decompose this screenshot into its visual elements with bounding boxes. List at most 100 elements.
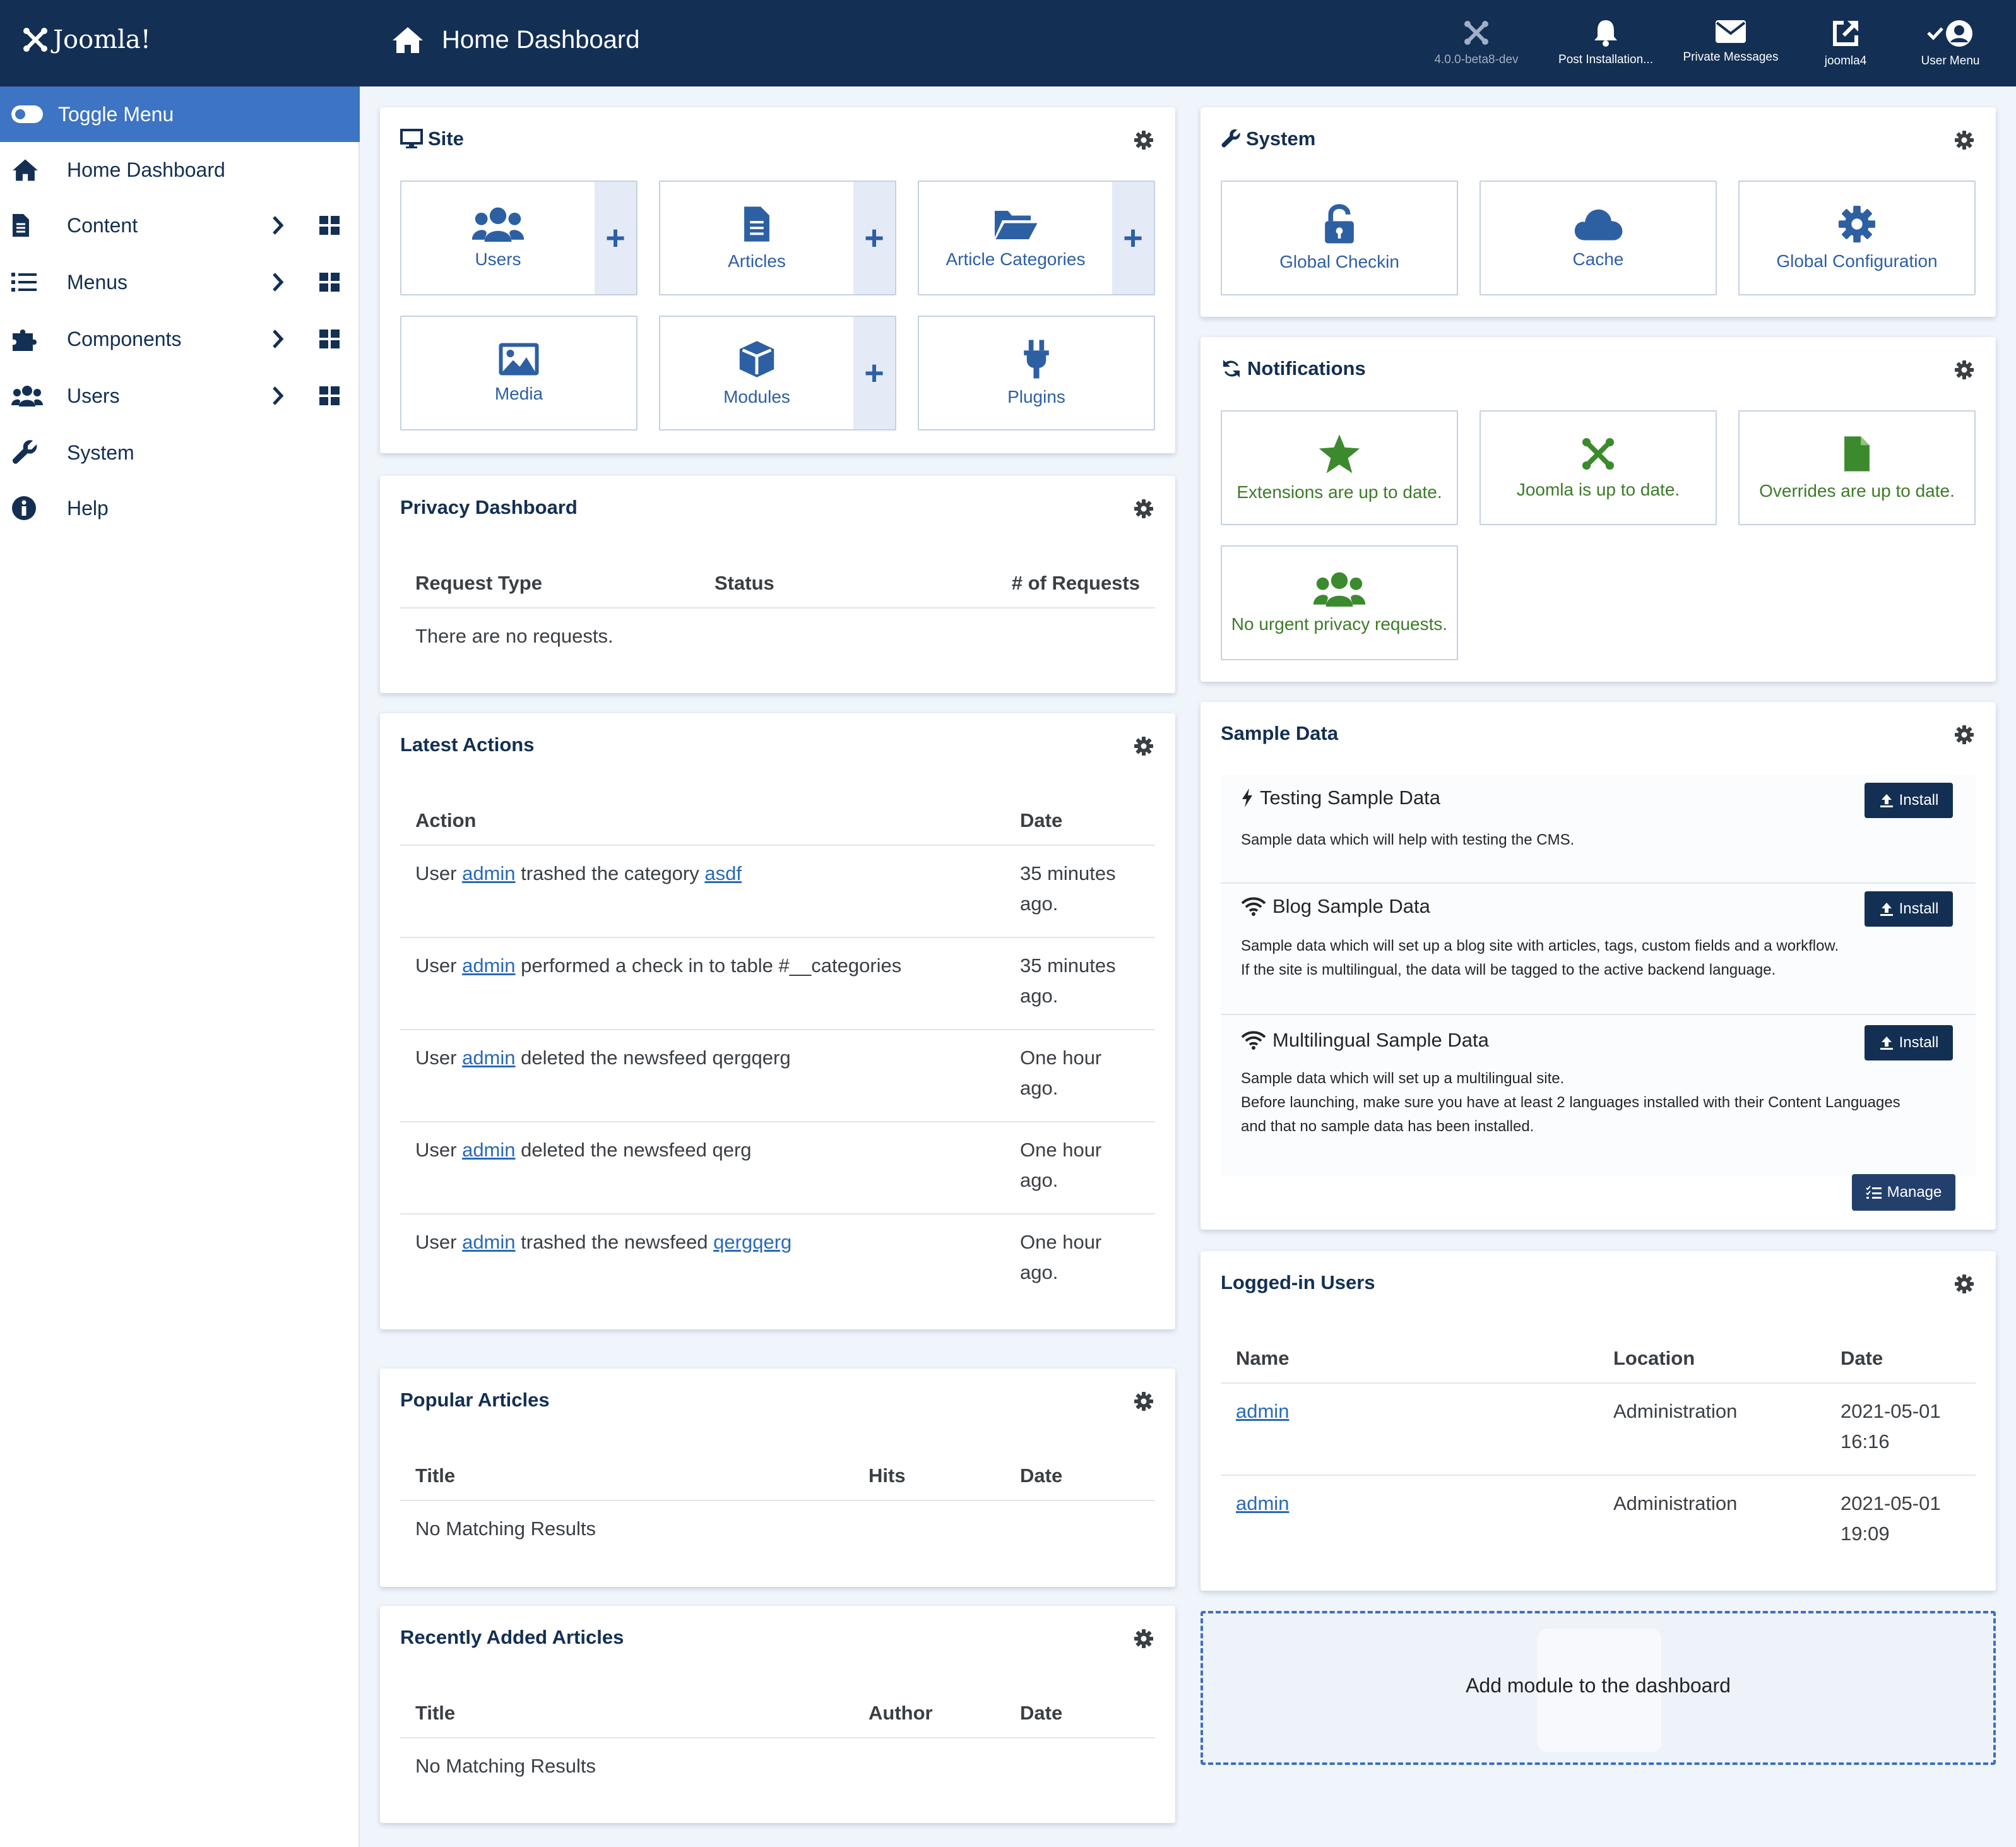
joomla-update-link[interactable]: Joomla is up to date. bbox=[1481, 412, 1716, 524]
overrides-status-link[interactable]: Overrides are up to date. bbox=[1740, 412, 1974, 524]
users-icon bbox=[1313, 572, 1366, 607]
user-link[interactable]: admin bbox=[462, 1047, 515, 1069]
article-categories-tile-link[interactable]: Article Categories bbox=[919, 182, 1112, 294]
manage-button[interactable]: Manage bbox=[1852, 1174, 1955, 1211]
chevron-right-icon[interactable] bbox=[271, 329, 284, 349]
column-header[interactable]: Title bbox=[415, 1464, 455, 1487]
global-checkin-tile[interactable]: Global Checkin bbox=[1221, 181, 1458, 295]
install-testing-button[interactable]: Install bbox=[1865, 783, 1953, 818]
column-header[interactable]: Hits bbox=[869, 1464, 906, 1487]
install-label: Install bbox=[1899, 900, 1939, 917]
column-header[interactable]: Author bbox=[869, 1702, 933, 1725]
joomla-logo[interactable]: Joomla! bbox=[21, 25, 151, 54]
cache-link[interactable]: Cache bbox=[1481, 182, 1716, 294]
description-line: Before launching, make sure you have at … bbox=[1241, 1094, 1900, 1111]
privacy-requests-tile[interactable]: No urgent privacy requests. bbox=[1221, 545, 1458, 660]
plugins-tile-link[interactable]: Plugins bbox=[919, 317, 1154, 429]
gear-icon[interactable] bbox=[1134, 1629, 1154, 1649]
install-blog-button[interactable]: Install bbox=[1865, 891, 1953, 927]
gear-icon[interactable] bbox=[1134, 1391, 1154, 1411]
dashboard-grid-icon[interactable] bbox=[319, 386, 340, 405]
global-checkin-link[interactable]: Global Checkin bbox=[1222, 182, 1457, 294]
gear-icon[interactable] bbox=[1954, 725, 1974, 745]
gear-icon[interactable] bbox=[1134, 736, 1154, 756]
column-header[interactable]: Date bbox=[1841, 1347, 1883, 1370]
column-header[interactable]: Title bbox=[415, 1702, 455, 1725]
add-module-button[interactable]: Add module to the dashboard bbox=[1201, 1611, 1996, 1765]
dashboard-grid-icon[interactable] bbox=[319, 273, 340, 292]
cache-tile[interactable]: Cache bbox=[1479, 181, 1717, 295]
column-header[interactable]: Status bbox=[714, 572, 774, 595]
add-user-button[interactable]: + bbox=[595, 182, 636, 294]
sample-data-description: Sample data which will help with testing… bbox=[1241, 828, 1986, 852]
site-preview-link[interactable]: joomla4 bbox=[1789, 19, 1902, 68]
column-header[interactable]: Action bbox=[415, 809, 476, 832]
sidebar-item-components[interactable]: Components bbox=[0, 311, 360, 367]
sidebar-item-users[interactable]: Users bbox=[0, 368, 360, 424]
articles-tile-link[interactable]: Articles bbox=[660, 182, 853, 294]
overrides-status-tile[interactable]: Overrides are up to date. bbox=[1738, 410, 1976, 525]
item-link[interactable]: asdf bbox=[704, 862, 742, 884]
users-tile-link[interactable]: Users bbox=[401, 182, 595, 294]
table-header: Request Type Status # of Requests bbox=[400, 547, 1155, 609]
user-link[interactable]: admin bbox=[462, 1231, 515, 1253]
column-header[interactable]: Date bbox=[1020, 1702, 1062, 1725]
post-installation-link[interactable]: Post Installation... bbox=[1549, 19, 1663, 67]
recently-added-articles-card: Recently Added Articles Title Author Dat… bbox=[380, 1606, 1175, 1823]
sidebar-item-help[interactable]: Help bbox=[0, 480, 360, 536]
card-title: Privacy Dashboard bbox=[400, 496, 578, 518]
sidebar-item-menus[interactable]: Menus bbox=[0, 254, 360, 310]
gear-icon[interactable] bbox=[1954, 1274, 1974, 1294]
sidebar-item-system[interactable]: System bbox=[0, 425, 360, 480]
add-module-button[interactable]: + bbox=[853, 317, 895, 429]
install-multilingual-button[interactable]: Install bbox=[1865, 1025, 1953, 1060]
item-link[interactable]: qergqerg bbox=[713, 1231, 792, 1253]
version-link[interactable]: 4.0.0-beta8-dev bbox=[1420, 19, 1533, 67]
cog-icon bbox=[1838, 205, 1876, 243]
column-header[interactable]: # of Requests bbox=[1012, 572, 1140, 595]
dashboard-grid-icon[interactable] bbox=[319, 330, 340, 348]
gear-icon[interactable] bbox=[1134, 499, 1154, 519]
user-link[interactable]: admin bbox=[462, 862, 515, 884]
private-messages-link[interactable]: Private Messages bbox=[1674, 19, 1788, 64]
column-header[interactable]: Name bbox=[1236, 1347, 1289, 1370]
user-menu[interactable]: User Menu bbox=[1894, 19, 2007, 68]
column-header[interactable]: Date bbox=[1020, 1464, 1062, 1487]
user-link[interactable]: admin bbox=[462, 954, 515, 977]
sidebar-item-home-dashboard[interactable]: Home Dashboard bbox=[0, 142, 360, 198]
notifications-card: Notifications Extensions are up to date.… bbox=[1201, 337, 1996, 682]
user-circle-icon bbox=[1946, 20, 1972, 47]
manage-label: Manage bbox=[1887, 1184, 1942, 1201]
sidebar-item-label: Menus bbox=[67, 270, 128, 294]
global-configuration-link[interactable]: Global Configuration bbox=[1740, 182, 1974, 294]
table-header: Title Author Date bbox=[400, 1677, 1155, 1738]
chevron-right-icon[interactable] bbox=[271, 215, 284, 235]
puzzle-icon bbox=[11, 325, 43, 353]
add-category-button[interactable]: + bbox=[1112, 182, 1154, 294]
media-tile-link[interactable]: Media bbox=[401, 317, 636, 429]
user-link[interactable]: admin bbox=[1236, 1400, 1289, 1422]
gear-icon[interactable] bbox=[1134, 130, 1154, 150]
global-configuration-tile[interactable]: Global Configuration bbox=[1738, 181, 1976, 295]
dashboard-grid-icon[interactable] bbox=[319, 216, 340, 235]
chevron-right-icon[interactable] bbox=[271, 272, 284, 292]
chevron-right-icon[interactable] bbox=[271, 386, 284, 406]
tile-label: Global Configuration bbox=[1776, 251, 1938, 271]
gear-icon[interactable] bbox=[1954, 130, 1974, 150]
extensions-status-link[interactable]: Extensions are up to date. bbox=[1222, 412, 1457, 524]
joomla-update-tile[interactable]: Joomla is up to date. bbox=[1479, 410, 1717, 525]
add-article-button[interactable]: + bbox=[853, 182, 895, 294]
action-pre: User bbox=[415, 1047, 463, 1069]
extensions-status-tile[interactable]: Extensions are up to date. bbox=[1221, 410, 1458, 525]
toggle-menu-button[interactable]: Toggle Menu bbox=[0, 86, 360, 142]
column-header[interactable]: Request Type bbox=[415, 572, 542, 595]
sidebar-item-content[interactable]: Content bbox=[0, 198, 360, 253]
column-header[interactable]: Date bbox=[1020, 809, 1062, 832]
column-header[interactable]: Location bbox=[1613, 1347, 1695, 1370]
gear-icon[interactable] bbox=[1954, 360, 1974, 380]
user-link[interactable]: admin bbox=[1236, 1492, 1289, 1514]
privacy-requests-link[interactable]: No urgent privacy requests. bbox=[1222, 547, 1457, 659]
modules-tile-link[interactable]: Modules bbox=[660, 317, 853, 429]
version-label: 4.0.0-beta8-dev bbox=[1434, 53, 1519, 66]
user-link[interactable]: admin bbox=[462, 1139, 515, 1161]
